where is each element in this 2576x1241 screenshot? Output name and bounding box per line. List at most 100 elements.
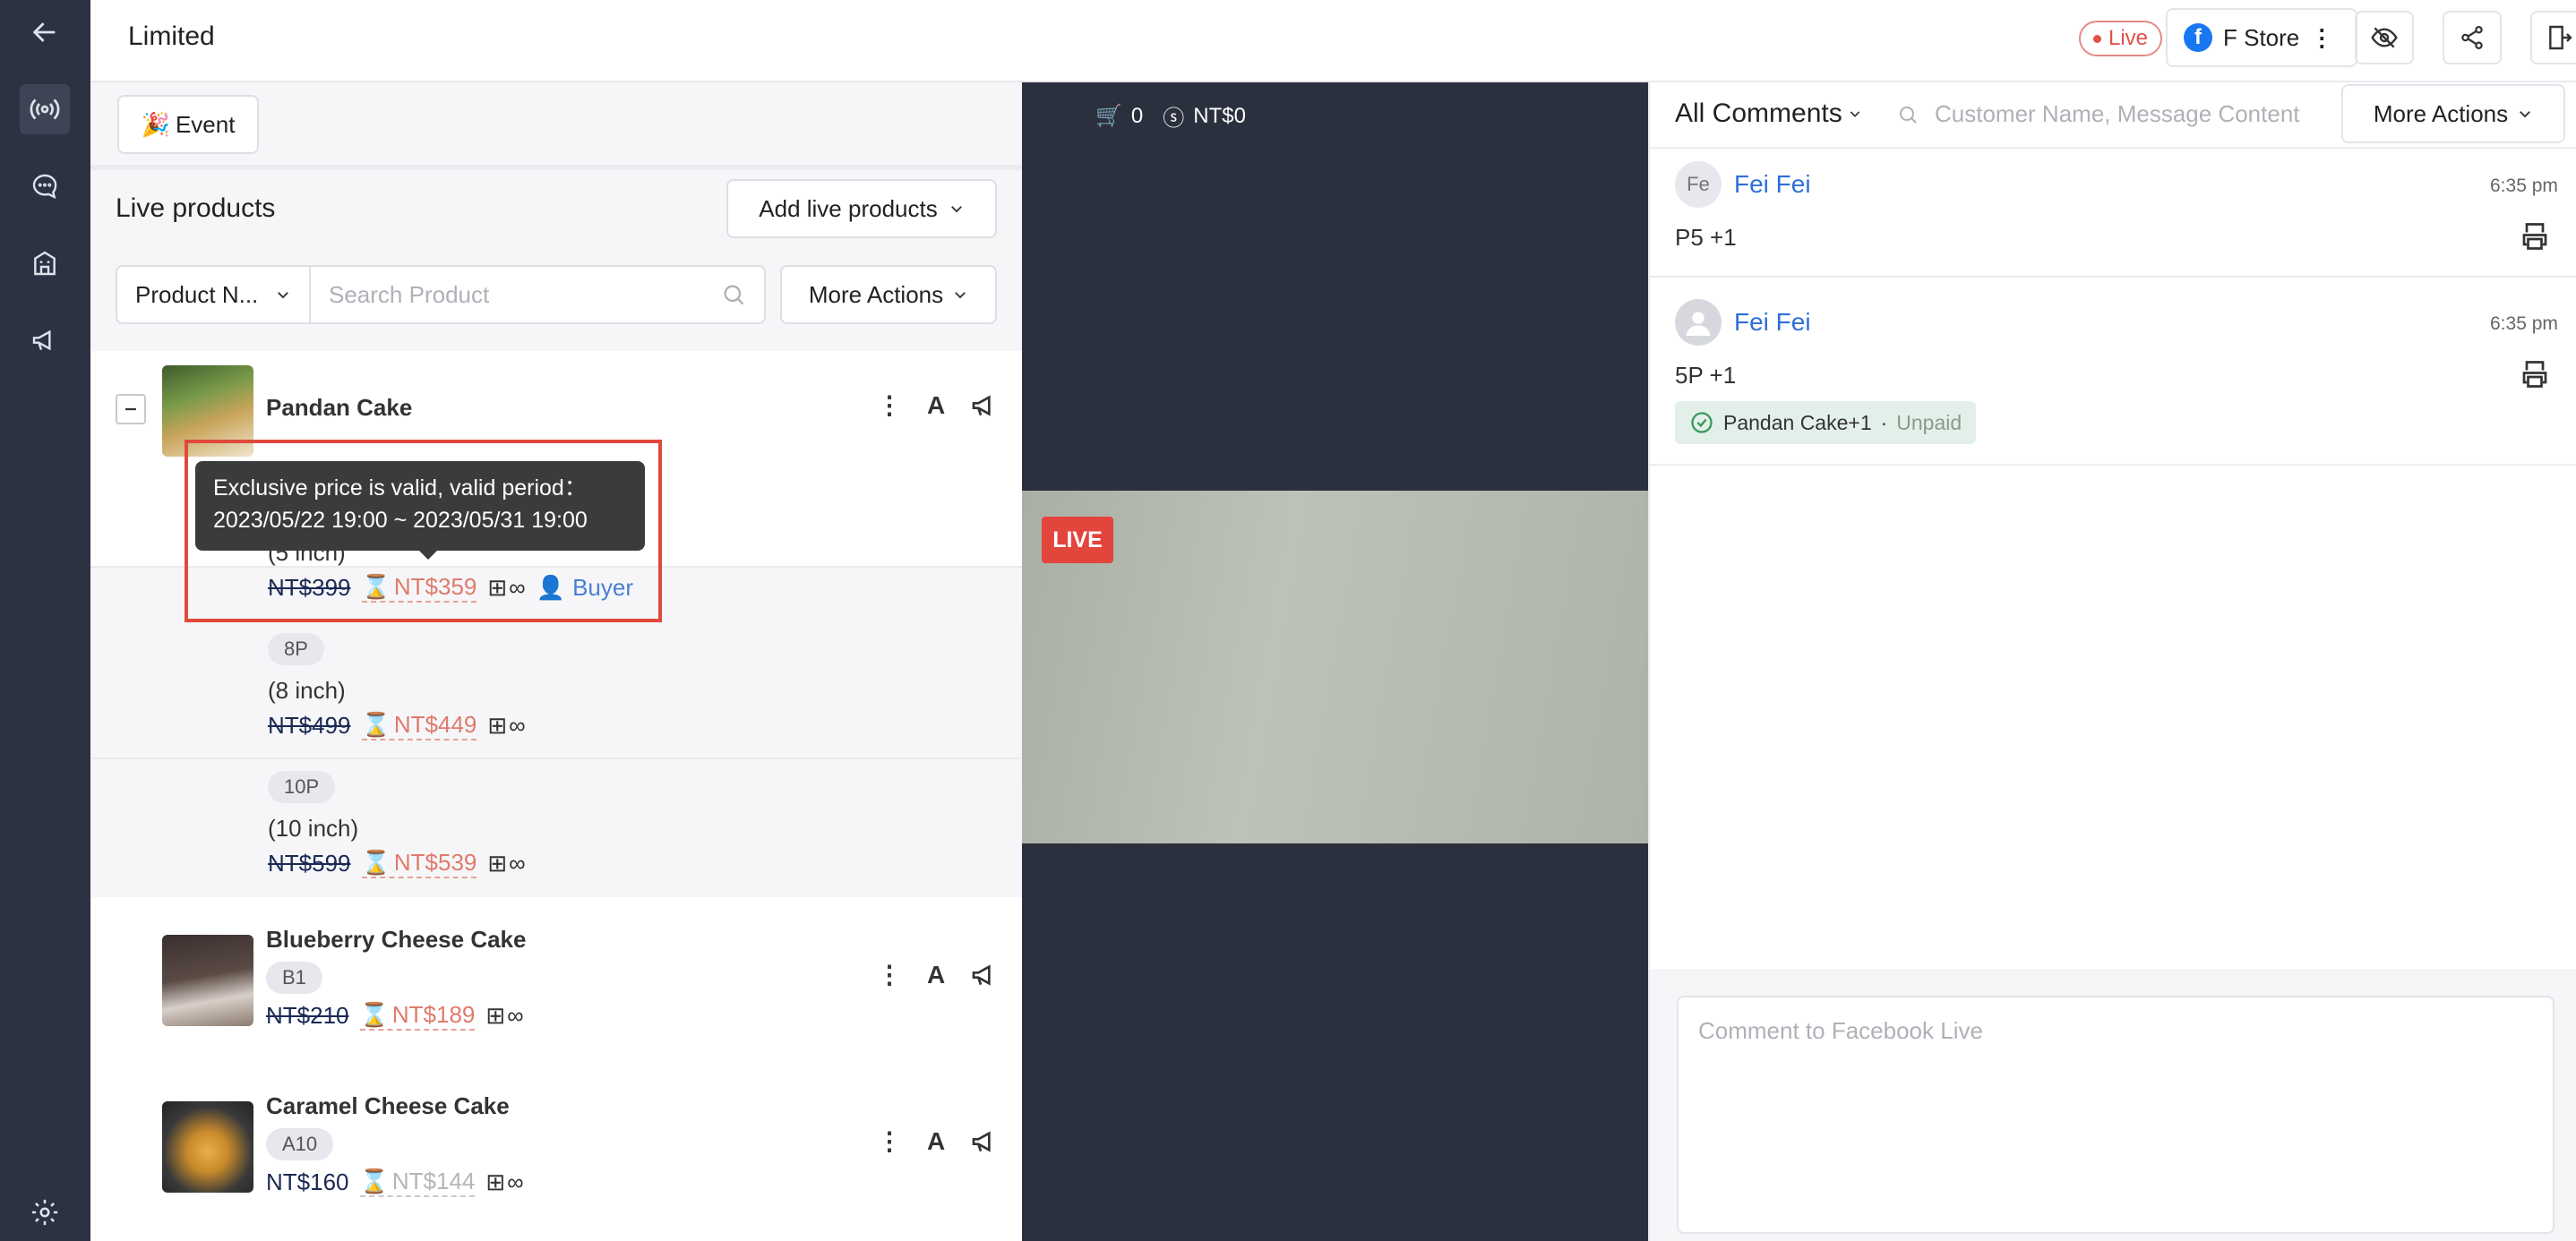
exclusive-price[interactable]: ⌛ NT$449 [361, 711, 477, 740]
exclusive-price-tooltip: Exclusive price is valid, valid period： … [195, 461, 645, 560]
comment-item: Fei Fei 6:35 pm 5P +1 Pandan Cake+1 · Un… [1650, 276, 2576, 466]
store-icon[interactable] [20, 238, 70, 288]
hourglass-icon: ⌛ [359, 1001, 389, 1028]
minus-icon [125, 407, 136, 411]
chevron-down-icon [950, 206, 962, 213]
comments-filter[interactable]: All Comments [1675, 98, 1862, 129]
font-a-icon[interactable]: A [927, 391, 945, 420]
printer-icon[interactable] [2519, 358, 2551, 390]
store-selector[interactable]: f F Store ⋮ [2166, 8, 2357, 67]
stock: ⊞ ∞ [487, 712, 526, 739]
comments-more-actions-button[interactable]: More Actions [2341, 84, 2565, 143]
exclusive-price[interactable]: ⌛ NT$189 [359, 1001, 476, 1031]
hide-button[interactable] [2355, 11, 2414, 64]
cart-icon: 🛒 [1095, 104, 1122, 128]
product-price-row: NT$160 ⌛ NT$144 ⊞ ∞ [266, 1168, 524, 1197]
boxes-icon: ⊞ [487, 850, 508, 877]
original-price: NT$499 [268, 712, 351, 739]
variant-tag: 8P [268, 633, 324, 665]
hourglass-icon: ⌛ [361, 711, 391, 738]
original-price: NT$599 [268, 850, 351, 877]
collapse-button[interactable] [116, 394, 146, 424]
comment-text: P5 +1 [1675, 224, 1737, 251]
live-products-panel: 🎉 Event Live products Add live products … [90, 82, 1022, 1241]
dollar-icon: ⓢ [1163, 107, 1185, 131]
product-actions: ⋮ A [877, 960, 999, 989]
comment-input[interactable]: Comment to Facebook Live [1677, 996, 2555, 1234]
font-a-icon[interactable]: A [927, 1127, 945, 1156]
product-image [162, 935, 253, 1026]
more-vertical-icon: ⋮ [2310, 23, 2334, 51]
gear-icon[interactable] [20, 1187, 70, 1237]
cart-summary: 🛒 0 ⓢ NT$0 [1095, 100, 1246, 132]
product-tag: B1 [266, 962, 322, 994]
megaphone-icon[interactable] [970, 961, 999, 989]
comment-time: 6:35 pm [2490, 175, 2558, 196]
video-player[interactable] [1022, 491, 1648, 843]
exclusive-price[interactable]: ⌛ NT$539 [361, 849, 477, 878]
commenter-name[interactable]: Fei Fei [1734, 308, 1811, 337]
product-actions: ⋮ A [877, 1126, 999, 1156]
variant-size: (10 inch) [268, 815, 359, 842]
comment-item: Fe Fei Fei 6:35 pm P5 +1 [1650, 147, 2576, 278]
chevron-down-icon [2520, 111, 2531, 118]
more-vertical-icon[interactable]: ⋮ [877, 390, 902, 420]
exclusive-price[interactable]: ⌛ NT$144 [359, 1168, 476, 1197]
boxes-icon: ⊞ [485, 1168, 506, 1195]
user-icon [1686, 312, 1711, 336]
chevron-down-icon [278, 292, 288, 299]
product-name: Pandan Cake [266, 394, 413, 421]
store-name: F Store [2223, 23, 2300, 51]
search-icon [724, 285, 744, 305]
event-button[interactable]: 🎉 Event [117, 95, 259, 154]
more-vertical-icon[interactable]: ⋮ [877, 960, 902, 989]
comment-search-input[interactable]: Customer Name, Message Content [1897, 100, 2300, 128]
chevron-down-icon [955, 292, 966, 299]
stock: ⊞ ∞ [487, 850, 526, 877]
more-vertical-icon[interactable]: ⋮ [877, 1126, 902, 1156]
search-product-input[interactable]: Search Product [311, 267, 764, 322]
exit-button[interactable] [2530, 11, 2576, 64]
add-live-products-button[interactable]: Add live products [726, 179, 997, 238]
variant-tag: 10P [268, 771, 336, 803]
facebook-icon: f [2184, 23, 2212, 52]
original-price: NT$210 [266, 1002, 349, 1029]
separator-dot: · [1880, 410, 1888, 434]
avatar: Fe [1675, 161, 1722, 208]
share-button[interactable] [2443, 11, 2502, 64]
more-actions-button[interactable]: More Actions [780, 265, 997, 324]
comments-panel: All Comments Customer Name, Message Cont… [1648, 82, 2576, 1241]
original-price: NT$160 [266, 1168, 349, 1195]
megaphone-icon[interactable] [970, 391, 999, 420]
sidebar [0, 0, 90, 1241]
divider [90, 165, 1022, 170]
search-icon [1900, 106, 1917, 124]
product-name: Caramel Cheese Cake [266, 1092, 510, 1119]
cart-count: 0 [1130, 103, 1144, 128]
megaphone-icon[interactable] [20, 315, 70, 365]
divider [1650, 464, 2576, 466]
product-image [162, 1101, 253, 1193]
font-a-icon[interactable]: A [927, 961, 945, 989]
product-name: Blueberry Cheese Cake [266, 926, 527, 953]
broadcast-icon[interactable] [20, 84, 70, 134]
order-chip[interactable]: Pandan Cake+1 · Unpaid [1675, 401, 1977, 444]
exit-icon [2549, 25, 2572, 50]
variant-size: (8 inch) [268, 677, 346, 704]
commenter-name[interactable]: Fei Fei [1734, 170, 1811, 199]
live-tag: LIVE [1042, 517, 1113, 563]
filter-field-select[interactable]: Product N... [117, 267, 311, 322]
cart-total: NT$0 [1193, 103, 1246, 128]
product-tag: A10 [266, 1128, 334, 1160]
back-arrow-icon[interactable] [20, 7, 70, 57]
boxes-icon: ⊞ [487, 712, 508, 739]
megaphone-icon[interactable] [970, 1127, 999, 1156]
share-icon [2461, 26, 2483, 49]
product-price-row: NT$210 ⌛ NT$189 ⊞ ∞ [266, 1001, 524, 1031]
printer-icon[interactable] [2519, 220, 2551, 252]
boxes-icon: ⊞ [485, 1002, 506, 1029]
avatar [1675, 299, 1722, 346]
top-bar: Limited Live f F Store ⋮ [90, 0, 2576, 82]
chat-icon[interactable] [20, 161, 70, 211]
variant-price-row: NT$499 ⌛ NT$449 ⊞ ∞ [268, 711, 526, 740]
